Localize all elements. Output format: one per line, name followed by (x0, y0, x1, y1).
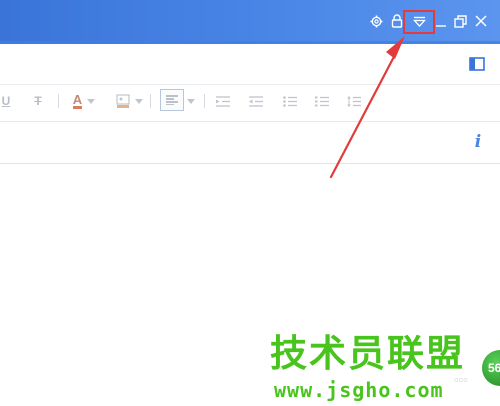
indent-decrease-icon (249, 95, 263, 107)
toolbar-divider (150, 94, 151, 108)
background-color-icon (115, 94, 130, 108)
chevron-down-icon (187, 98, 195, 104)
toolbar-divider (58, 94, 59, 108)
line-spacing-button[interactable] (347, 93, 361, 109)
settings-icon[interactable] (368, 13, 384, 29)
compose-toolbar (0, 44, 500, 84)
font-color-glyph: A (72, 91, 83, 109)
align-dropdown[interactable] (186, 93, 196, 109)
chevron-down-icon (134, 98, 143, 104)
strikethrough-glyph: T (34, 94, 42, 108)
numbered-list-button[interactable] (315, 93, 329, 109)
restore-icon[interactable] (452, 13, 468, 29)
split-view-icon[interactable] (469, 57, 485, 71)
indent-increase-button[interactable] (216, 93, 230, 109)
font-color-button[interactable]: A (70, 93, 98, 109)
close-icon[interactable] (473, 13, 489, 29)
indent-decrease-button[interactable] (249, 93, 263, 109)
chevron-down-icon (87, 98, 96, 104)
toolbar-divider (204, 94, 205, 108)
watermark-url: www.jsgho.com (274, 378, 444, 402)
align-left-icon (166, 95, 178, 105)
numbered-list-icon (315, 96, 329, 106)
minimize-icon[interactable] (433, 13, 449, 29)
background-color-button[interactable] (114, 93, 144, 109)
watermark-site-name: 技术员联盟 (270, 332, 465, 375)
indent-increase-icon (216, 95, 230, 107)
underline-button[interactable]: U (0, 93, 12, 109)
strikethrough-button[interactable]: T (32, 93, 44, 109)
bullet-list-icon (283, 95, 297, 107)
underline-glyph: U (1, 94, 11, 108)
subject-row (0, 121, 500, 165)
info-icon[interactable]: i (472, 133, 484, 151)
line-spacing-icon (347, 95, 361, 107)
highlight-box (403, 10, 435, 34)
bullet-list-button[interactable] (283, 93, 297, 109)
align-button[interactable] (160, 89, 184, 111)
